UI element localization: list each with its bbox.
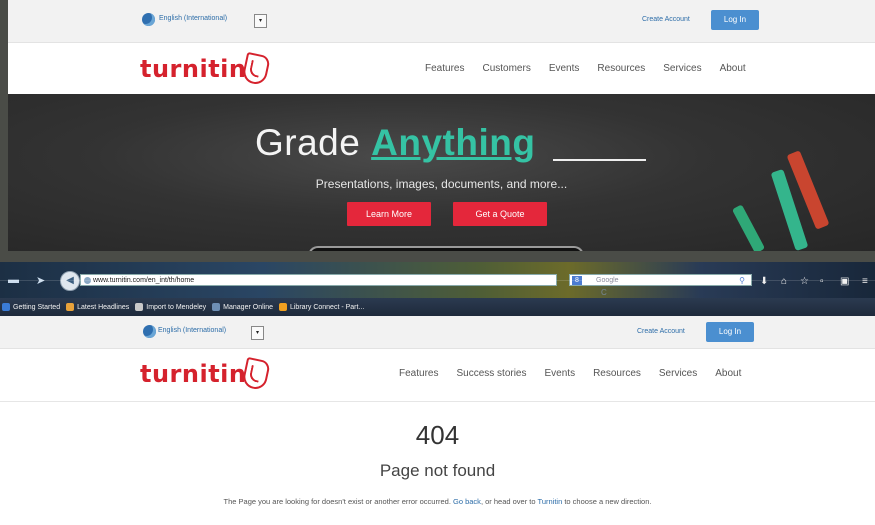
nav-item-services[interactable]: Services bbox=[663, 63, 701, 74]
error-message-end: to choose a new direction. bbox=[564, 497, 652, 506]
bookmark-label: Latest Headlines bbox=[77, 303, 130, 311]
learn-more-button[interactable]: Learn More bbox=[347, 202, 431, 226]
home-icon[interactable]: ⌂ bbox=[781, 276, 787, 287]
browser-toolbar: ▬ ➤ ◀ www.turnitin.com/en_int/th/home ▿ … bbox=[0, 262, 875, 298]
globe-icon bbox=[143, 325, 156, 338]
download-icon[interactable]: ⬇ bbox=[760, 276, 768, 287]
login-button[interactable]: Log In bbox=[711, 10, 759, 30]
hero-title-highlight: Anything bbox=[371, 122, 536, 163]
url-text[interactable]: www.turnitin.com/en_int/th/home bbox=[93, 277, 194, 284]
bookmark-import-mendeley[interactable]: Import to Mendeley bbox=[135, 303, 206, 311]
nav-item-events[interactable]: Events bbox=[549, 63, 580, 74]
error-content: 404 Page not found The Page you are look… bbox=[0, 402, 875, 522]
bookmark-getting-started[interactable]: Getting Started bbox=[2, 303, 60, 311]
browser-window: ▬ ➤ ◀ www.turnitin.com/en_int/th/home ▿ … bbox=[0, 262, 875, 525]
create-account-link[interactable]: Create Account bbox=[642, 16, 690, 23]
go-back-link[interactable]: Go back bbox=[453, 497, 481, 506]
bookmark-label: Getting Started bbox=[13, 303, 61, 311]
top-screenshot: English (International) ▾ Create Account… bbox=[8, 0, 875, 251]
language-dropdown[interactable]: ▾ bbox=[251, 326, 264, 340]
error-message-text: The Page you are looking for doesn't exi… bbox=[223, 497, 451, 506]
utility-bar: English (International) ▾ Create Account… bbox=[8, 0, 875, 43]
nav-item-services[interactable]: Services bbox=[659, 368, 697, 379]
error-title: Page not found bbox=[379, 461, 496, 480]
bookmarks-bar: Getting Started Latest Headlines Import … bbox=[0, 298, 875, 316]
minimize-icon[interactable]: ▬ bbox=[8, 274, 19, 286]
hero-title: Grade Anything bbox=[255, 122, 535, 164]
nav-item-about[interactable]: About bbox=[715, 368, 741, 379]
language-label[interactable]: English (International) bbox=[159, 15, 227, 22]
menu-icon[interactable]: ≡ bbox=[862, 276, 868, 287]
bookmark-icon[interactable]: ▣ bbox=[840, 276, 849, 287]
utility-bar: English (International) ▾ Create Account… bbox=[0, 316, 875, 349]
language-label[interactable]: English (International) bbox=[158, 327, 226, 334]
hero-underline bbox=[553, 159, 646, 161]
star-icon[interactable]: ☆ bbox=[800, 276, 809, 287]
turnitin-logo[interactable]: turnitin bbox=[140, 55, 247, 83]
turnitin-link[interactable]: Turnitin bbox=[538, 497, 563, 506]
url-bar[interactable]: www.turnitin.com/en_int/th/home ▿ C bbox=[80, 274, 607, 297]
get-quote-button[interactable]: Get a Quote bbox=[453, 202, 547, 226]
main-nav: Features Success stories Events Resource… bbox=[399, 368, 741, 379]
error-message: The Page you are looking for doesn't exi… bbox=[0, 497, 875, 506]
bookmark-icon bbox=[2, 303, 10, 311]
magnifier-icon[interactable]: ⚲ bbox=[739, 275, 745, 287]
bookmark-latest-headlines[interactable]: Latest Headlines bbox=[66, 303, 129, 311]
bookmark-label: Import to Mendeley bbox=[146, 303, 207, 311]
bookmark-library-connect[interactable]: Library Connect - Part... bbox=[278, 303, 365, 311]
turnitin-logo[interactable]: turnitin bbox=[140, 360, 247, 388]
device-frame-image bbox=[308, 246, 584, 251]
site-favicon-icon bbox=[84, 277, 91, 284]
clipboard-icon[interactable]: ▫ bbox=[820, 276, 824, 287]
hero-subtitle: Presentations, images, documents, and mo… bbox=[315, 177, 568, 191]
nav-bar: turnitin Features Success stories Events… bbox=[0, 349, 875, 402]
nav-item-features[interactable]: Features bbox=[399, 368, 438, 379]
language-dropdown[interactable]: ▾ bbox=[254, 14, 267, 28]
nav-bar: turnitin Features Customers Events Resou… bbox=[8, 43, 875, 96]
hero-title-prefix: Grade bbox=[255, 122, 361, 163]
nav-item-about[interactable]: About bbox=[720, 63, 746, 74]
globe-icon bbox=[142, 13, 155, 26]
green-chalk-small-image bbox=[731, 204, 766, 251]
bookmark-manager-online[interactable]: Manager Online bbox=[212, 303, 273, 311]
main-nav: Features Customers Events Resources Serv… bbox=[425, 63, 746, 74]
back-arrow-icon[interactable]: ◀ bbox=[60, 271, 80, 291]
error-message-middle: , or head over to bbox=[480, 497, 536, 506]
hero-banner: Grade Anything Presentations, images, do… bbox=[8, 94, 875, 251]
search-input[interactable]: 8 Google ⚲ bbox=[569, 274, 752, 286]
error-code: 404 bbox=[415, 420, 460, 450]
page-icon bbox=[135, 303, 144, 311]
nav-item-resources[interactable]: Resources bbox=[593, 368, 641, 379]
nav-item-resources[interactable]: Resources bbox=[597, 63, 645, 74]
rss-icon bbox=[66, 303, 75, 311]
nav-item-events[interactable]: Events bbox=[545, 368, 576, 379]
nav-item-customers[interactable]: Customers bbox=[482, 63, 530, 74]
nav-item-features[interactable]: Features bbox=[425, 63, 464, 74]
bookmark-label: Library Connect - Part... bbox=[289, 303, 365, 311]
search-placeholder: Google bbox=[596, 277, 619, 284]
library-icon bbox=[278, 303, 287, 311]
nav-item-success-stories[interactable]: Success stories bbox=[456, 368, 526, 379]
login-button[interactable]: Log In bbox=[706, 322, 754, 342]
google-search-icon: 8 bbox=[572, 276, 582, 285]
manager-icon bbox=[212, 303, 221, 311]
create-account-link[interactable]: Create Account bbox=[637, 328, 685, 335]
bookmark-label: Manager Online bbox=[223, 303, 273, 311]
rocket-icon: ➤ bbox=[36, 275, 46, 287]
